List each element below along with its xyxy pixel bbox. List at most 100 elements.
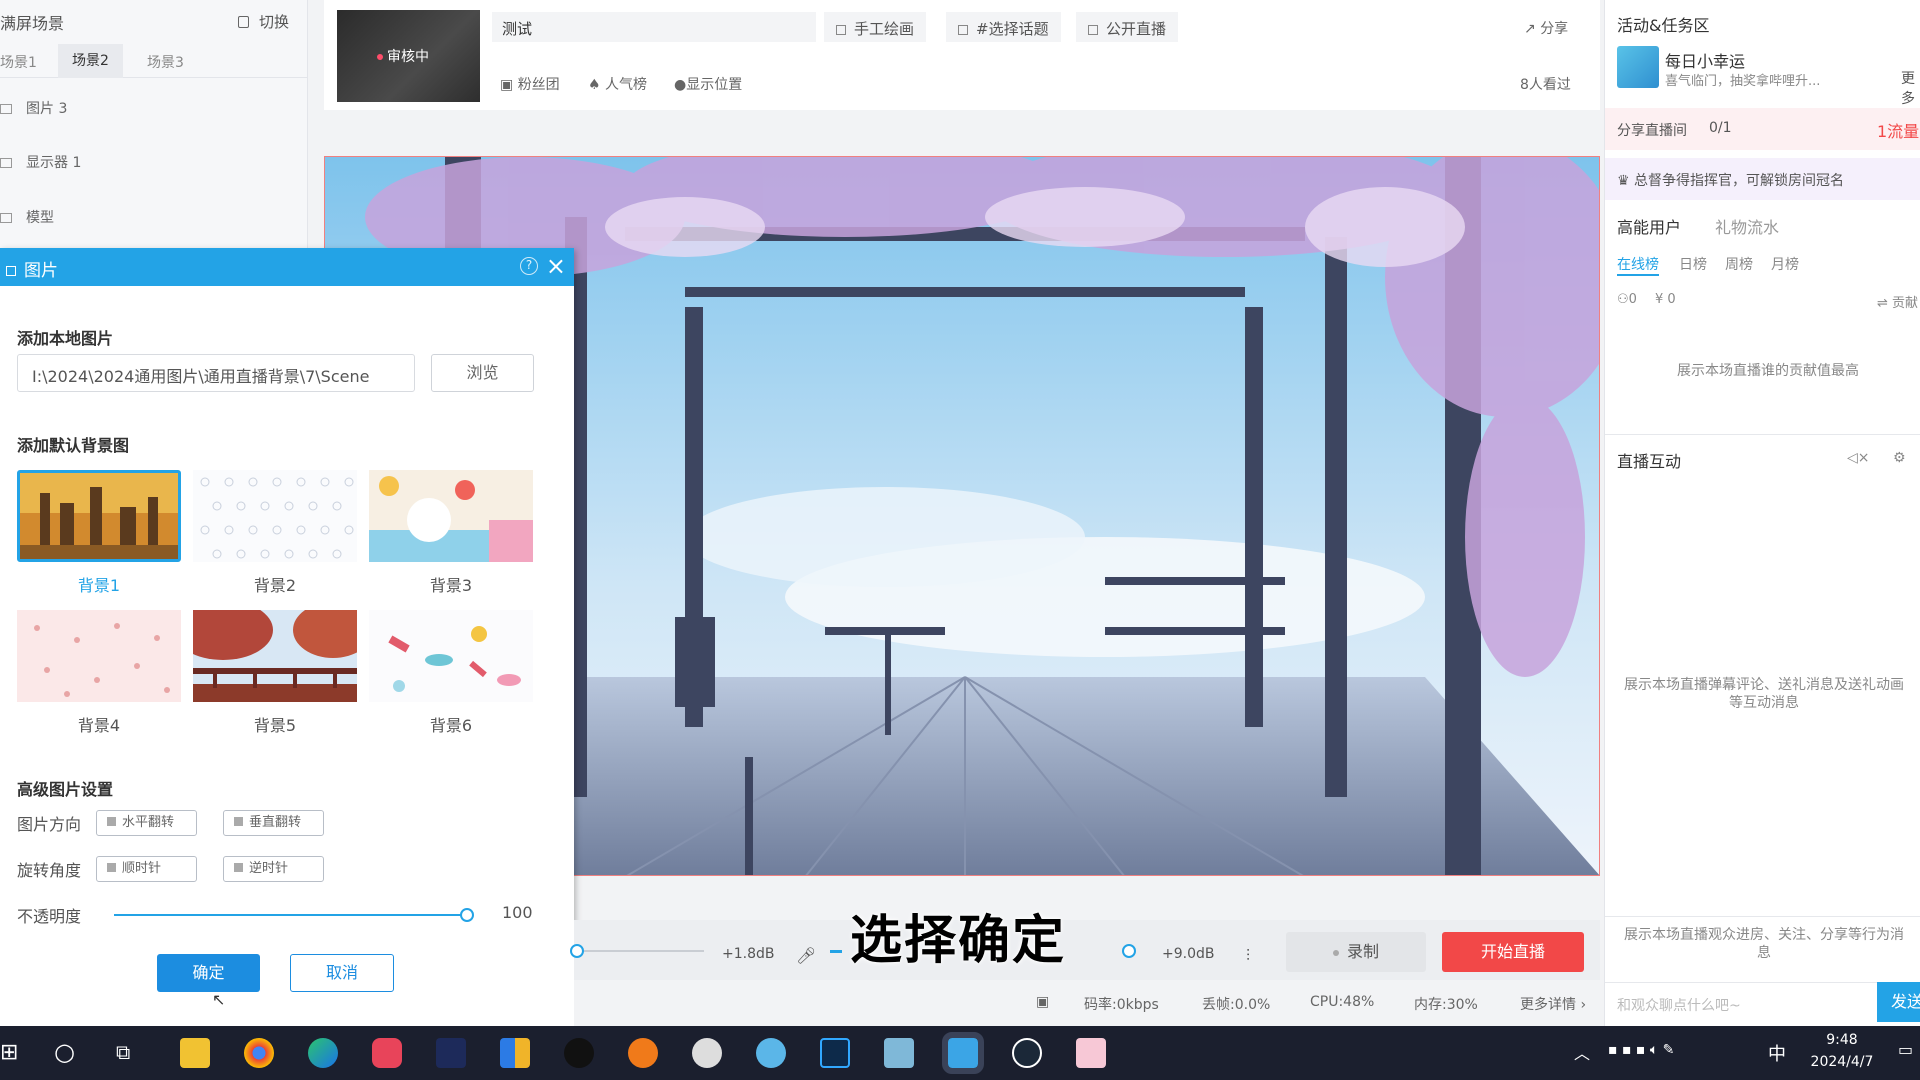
image-path-input[interactable]: I:\2024\2024通用图片\通用直播背景\7\Scene: [17, 354, 415, 392]
clock-date[interactable]: 2024/4/7: [1806, 1054, 1878, 1070]
mixer-icon[interactable]: ⫶: [1246, 946, 1250, 966]
dialog-titlebar[interactable]: 图片 ? ×: [0, 248, 574, 286]
source-item-image[interactable]: 图片 3: [0, 98, 67, 118]
more-details-link[interactable]: 更多详情 ›: [1520, 994, 1586, 1014]
thumbnail-background-3[interactable]: [369, 470, 533, 562]
tray-expand-icon[interactable]: ︿: [1574, 1040, 1590, 1064]
close-icon[interactable]: ×: [546, 252, 566, 280]
more-activities-link[interactable]: 更多: [1901, 68, 1920, 108]
share-button[interactable]: ↗ 分享: [1524, 18, 1568, 38]
chip-label: #选择话题: [976, 20, 1049, 38]
app-icon[interactable]: [756, 1038, 786, 1068]
flip-horizontal-button[interactable]: 水平翻转: [96, 810, 197, 836]
thumbnail-background-1[interactable]: [17, 470, 181, 562]
app-icon[interactable]: [500, 1038, 530, 1068]
tab-high-energy-users[interactable]: 高能用户: [1617, 214, 1681, 238]
blender-icon[interactable]: [628, 1038, 658, 1068]
meta-label: 显示位置: [686, 77, 743, 93]
app-icon[interactable]: [884, 1038, 914, 1068]
rotate-cw-button[interactable]: 顺时针: [96, 856, 197, 882]
record-label: 录制: [1346, 942, 1379, 961]
music-app-icon[interactable]: [372, 1038, 402, 1068]
app-icon[interactable]: [1076, 1038, 1106, 1068]
microphone-icon[interactable]: 🎤︎: [796, 946, 816, 965]
category-chip[interactable]: 手工绘画: [824, 12, 927, 42]
tab-scene-3[interactable]: 场景3: [147, 52, 184, 72]
subtab-weekly[interactable]: 周榜: [1725, 254, 1753, 274]
chip-label: 手工绘画: [854, 20, 915, 38]
cancel-button[interactable]: 取消: [290, 954, 394, 992]
thumbnail-background-4[interactable]: [17, 610, 181, 702]
thumbnail-background-5[interactable]: [193, 610, 357, 702]
mic-volume-slider[interactable]: [574, 950, 704, 952]
room-cover[interactable]: 审核中: [337, 10, 480, 102]
subtab-monthly[interactable]: 月榜: [1771, 254, 1799, 274]
file-explorer-icon[interactable]: [180, 1038, 210, 1068]
photoshop-icon[interactable]: [820, 1038, 850, 1068]
rotate-ccw-button[interactable]: 逆时针: [223, 856, 324, 882]
monitor-status-icon[interactable]: ▣: [1036, 994, 1049, 1010]
crown-banner[interactable]: ♛ 总督争得指挥官，可解锁房间冠名: [1605, 158, 1920, 200]
subtab-daily[interactable]: 日榜: [1679, 254, 1707, 274]
source-item-model[interactable]: 模型: [0, 207, 54, 227]
crown-icon: ♛: [1617, 173, 1635, 189]
meta-label: 人气榜: [605, 77, 648, 93]
tab-scene-1[interactable]: 场景1: [0, 52, 37, 72]
public-live-chip[interactable]: 公开直播: [1076, 12, 1179, 42]
lock-icon: [237, 16, 249, 28]
send-button[interactable]: 发送: [1877, 982, 1920, 1022]
opacity-slider-handle[interactable]: [460, 908, 474, 922]
popularity-link[interactable]: ♠ 人气榜: [588, 74, 647, 94]
flip-vertical-button[interactable]: 垂直翻转: [223, 810, 324, 836]
app-icon[interactable]: [436, 1038, 466, 1068]
rotate-label: 旋转角度: [17, 861, 82, 880]
source-item-display[interactable]: 显示器 1: [0, 152, 81, 172]
room-title-input[interactable]: 测试: [492, 12, 816, 42]
button-label: 水平翻转: [122, 815, 175, 830]
qq-icon[interactable]: [564, 1038, 594, 1068]
mic-slider-handle[interactable]: [570, 944, 584, 958]
rotate-cw-icon: [107, 863, 116, 872]
task-view-icon[interactable]: ⧉: [116, 1040, 130, 1064]
lucky-title[interactable]: 每日小幸运: [1665, 48, 1745, 72]
clock-time[interactable]: 9:48: [1806, 1032, 1878, 1048]
tab-scene-2[interactable]: 场景2: [58, 44, 123, 78]
record-button[interactable]: 录制: [1286, 932, 1426, 972]
browse-button[interactable]: 浏览: [431, 354, 534, 392]
contribution-toggle[interactable]: ⇌ 贡献: [1877, 292, 1918, 311]
thumbnail-background-2[interactable]: [193, 470, 357, 562]
speaker-slider-handle[interactable]: [1122, 944, 1136, 958]
notification-icon[interactable]: ▭: [1898, 1040, 1913, 1059]
cpu-stat: CPU:48%: [1310, 994, 1375, 1010]
settings-gear-icon[interactable]: ⚙: [1893, 450, 1906, 466]
tab-gift-flow[interactable]: 礼物流水: [1715, 214, 1779, 238]
thumbnail-label-2: 背景2: [253, 576, 297, 595]
switch-scene-button[interactable]: 切换: [237, 11, 289, 32]
start-live-button[interactable]: 开始直播: [1442, 932, 1584, 972]
mute-icon[interactable]: ◁×: [1847, 450, 1870, 466]
location-toggle[interactable]: ●显示位置: [674, 74, 742, 94]
steam-icon[interactable]: [1012, 1038, 1042, 1068]
lucky-event-icon[interactable]: [1617, 46, 1659, 88]
meta-label: 粉丝团: [517, 77, 560, 93]
thumbnail-background-6[interactable]: [369, 610, 533, 702]
chat-input[interactable]: 和观众聊点什么吧~: [1605, 982, 1877, 1022]
confirm-button[interactable]: 确定: [157, 954, 260, 992]
button-label: 逆时针: [249, 861, 289, 876]
subtab-online[interactable]: 在线榜: [1617, 254, 1659, 276]
start-menu-icon[interactable]: ⊞: [0, 1040, 18, 1065]
obs-icon[interactable]: [692, 1038, 722, 1068]
monitor-icon: [0, 158, 12, 168]
tray-icons[interactable]: ▪ ▪ ▪ 🔈︎ ✎: [1608, 1042, 1674, 1058]
help-icon[interactable]: ?: [520, 257, 538, 275]
pink-dots-image: [17, 610, 181, 702]
ime-indicator[interactable]: 中: [1768, 1040, 1786, 1066]
fan-club-link[interactable]: ▣ 粉丝团: [500, 74, 560, 94]
chat-placeholder: 和观众聊点什么吧~: [1617, 998, 1741, 1014]
search-icon[interactable]: ○: [54, 1038, 75, 1066]
bilibili-live-icon[interactable]: [942, 1032, 984, 1074]
opacity-slider-track[interactable]: [114, 914, 466, 916]
edge-icon[interactable]: [308, 1038, 338, 1068]
chrome-icon[interactable]: [244, 1038, 274, 1068]
topic-chip[interactable]: #选择话题: [946, 12, 1061, 42]
